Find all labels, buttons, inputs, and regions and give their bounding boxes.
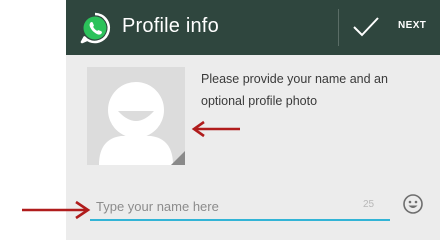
arrow-to-name-field-icon (22, 200, 91, 220)
photo-corner-indicator (171, 151, 185, 165)
next-label: NEXT (398, 20, 427, 31)
char-counter: 25 (363, 199, 375, 210)
profile-photo-button[interactable] (87, 67, 185, 165)
profile-info-screen: Profile info NEXT Please provide your na… (66, 0, 440, 240)
arrow-to-photo-icon (191, 120, 240, 138)
profile-hint-text: Please provide your name and an optional… (201, 72, 388, 108)
action-bar: Profile info NEXT (66, 0, 440, 55)
name-input[interactable] (90, 195, 372, 217)
action-divider (338, 9, 339, 46)
smiley-icon[interactable] (402, 193, 424, 215)
checkmark-icon (353, 17, 379, 37)
next-button[interactable]: NEXT (344, 4, 440, 50)
input-underline (90, 219, 390, 221)
page-title: Profile info (122, 15, 219, 37)
whatsapp-logo-icon (80, 12, 111, 44)
